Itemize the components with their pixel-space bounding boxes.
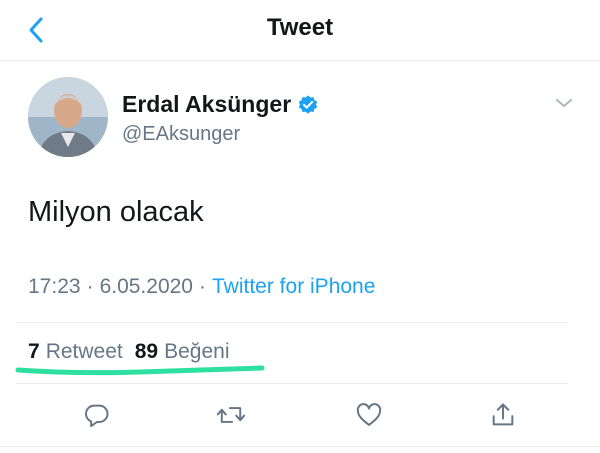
reply-button[interactable] (82, 400, 112, 430)
tweet-stats: 7 Retweet 89 Beğeni (28, 340, 229, 364)
divider (16, 383, 568, 384)
like-button[interactable] (354, 400, 384, 430)
highlight-underline (15, 365, 265, 376)
verified-badge-icon (298, 94, 318, 114)
meta-separator: · (199, 275, 206, 298)
retweet-icon (216, 407, 246, 423)
like-count: 89 (134, 340, 159, 363)
tweet-action-bar (0, 388, 600, 438)
like-label: Beğeni (164, 340, 230, 363)
reply-icon (85, 404, 109, 428)
tweet-date: 6.05.2020 (99, 275, 193, 298)
retweet-stat[interactable]: 7 Retweet (28, 340, 123, 364)
meta-separator: · (86, 275, 94, 298)
top-bar: Tweet (0, 0, 600, 61)
author-name[interactable]: Erdal Aksünger (122, 91, 291, 118)
avatar[interactable] (28, 77, 108, 157)
like-stat[interactable]: 89 Beğeni (135, 340, 230, 364)
author-handle[interactable]: @EAksunger (122, 123, 240, 146)
retweet-button[interactable] (216, 400, 246, 430)
tweet-meta: 17:23 · 6.05.2020 · Twitter for iPhone (28, 275, 375, 299)
divider (0, 446, 600, 447)
share-icon (492, 403, 514, 426)
retweet-count: 7 (28, 340, 40, 363)
page-title: Tweet (266, 14, 334, 41)
avatar-photo (28, 77, 108, 157)
tweet-author-header: Erdal Aksünger @EAksunger (0, 61, 600, 161)
chevron-down-icon (556, 99, 572, 107)
retweet-label: Retweet (45, 340, 123, 363)
more-options-button[interactable] (552, 91, 576, 115)
like-icon (356, 403, 382, 426)
divider (16, 322, 568, 323)
tweet-time: 17:23 (28, 275, 81, 298)
author-name-row: Erdal Aksünger (122, 91, 319, 118)
tweet-text: Milyon olacak (28, 196, 204, 228)
tweet-source-link[interactable]: Twitter for iPhone (212, 275, 375, 299)
share-button[interactable] (488, 400, 518, 430)
